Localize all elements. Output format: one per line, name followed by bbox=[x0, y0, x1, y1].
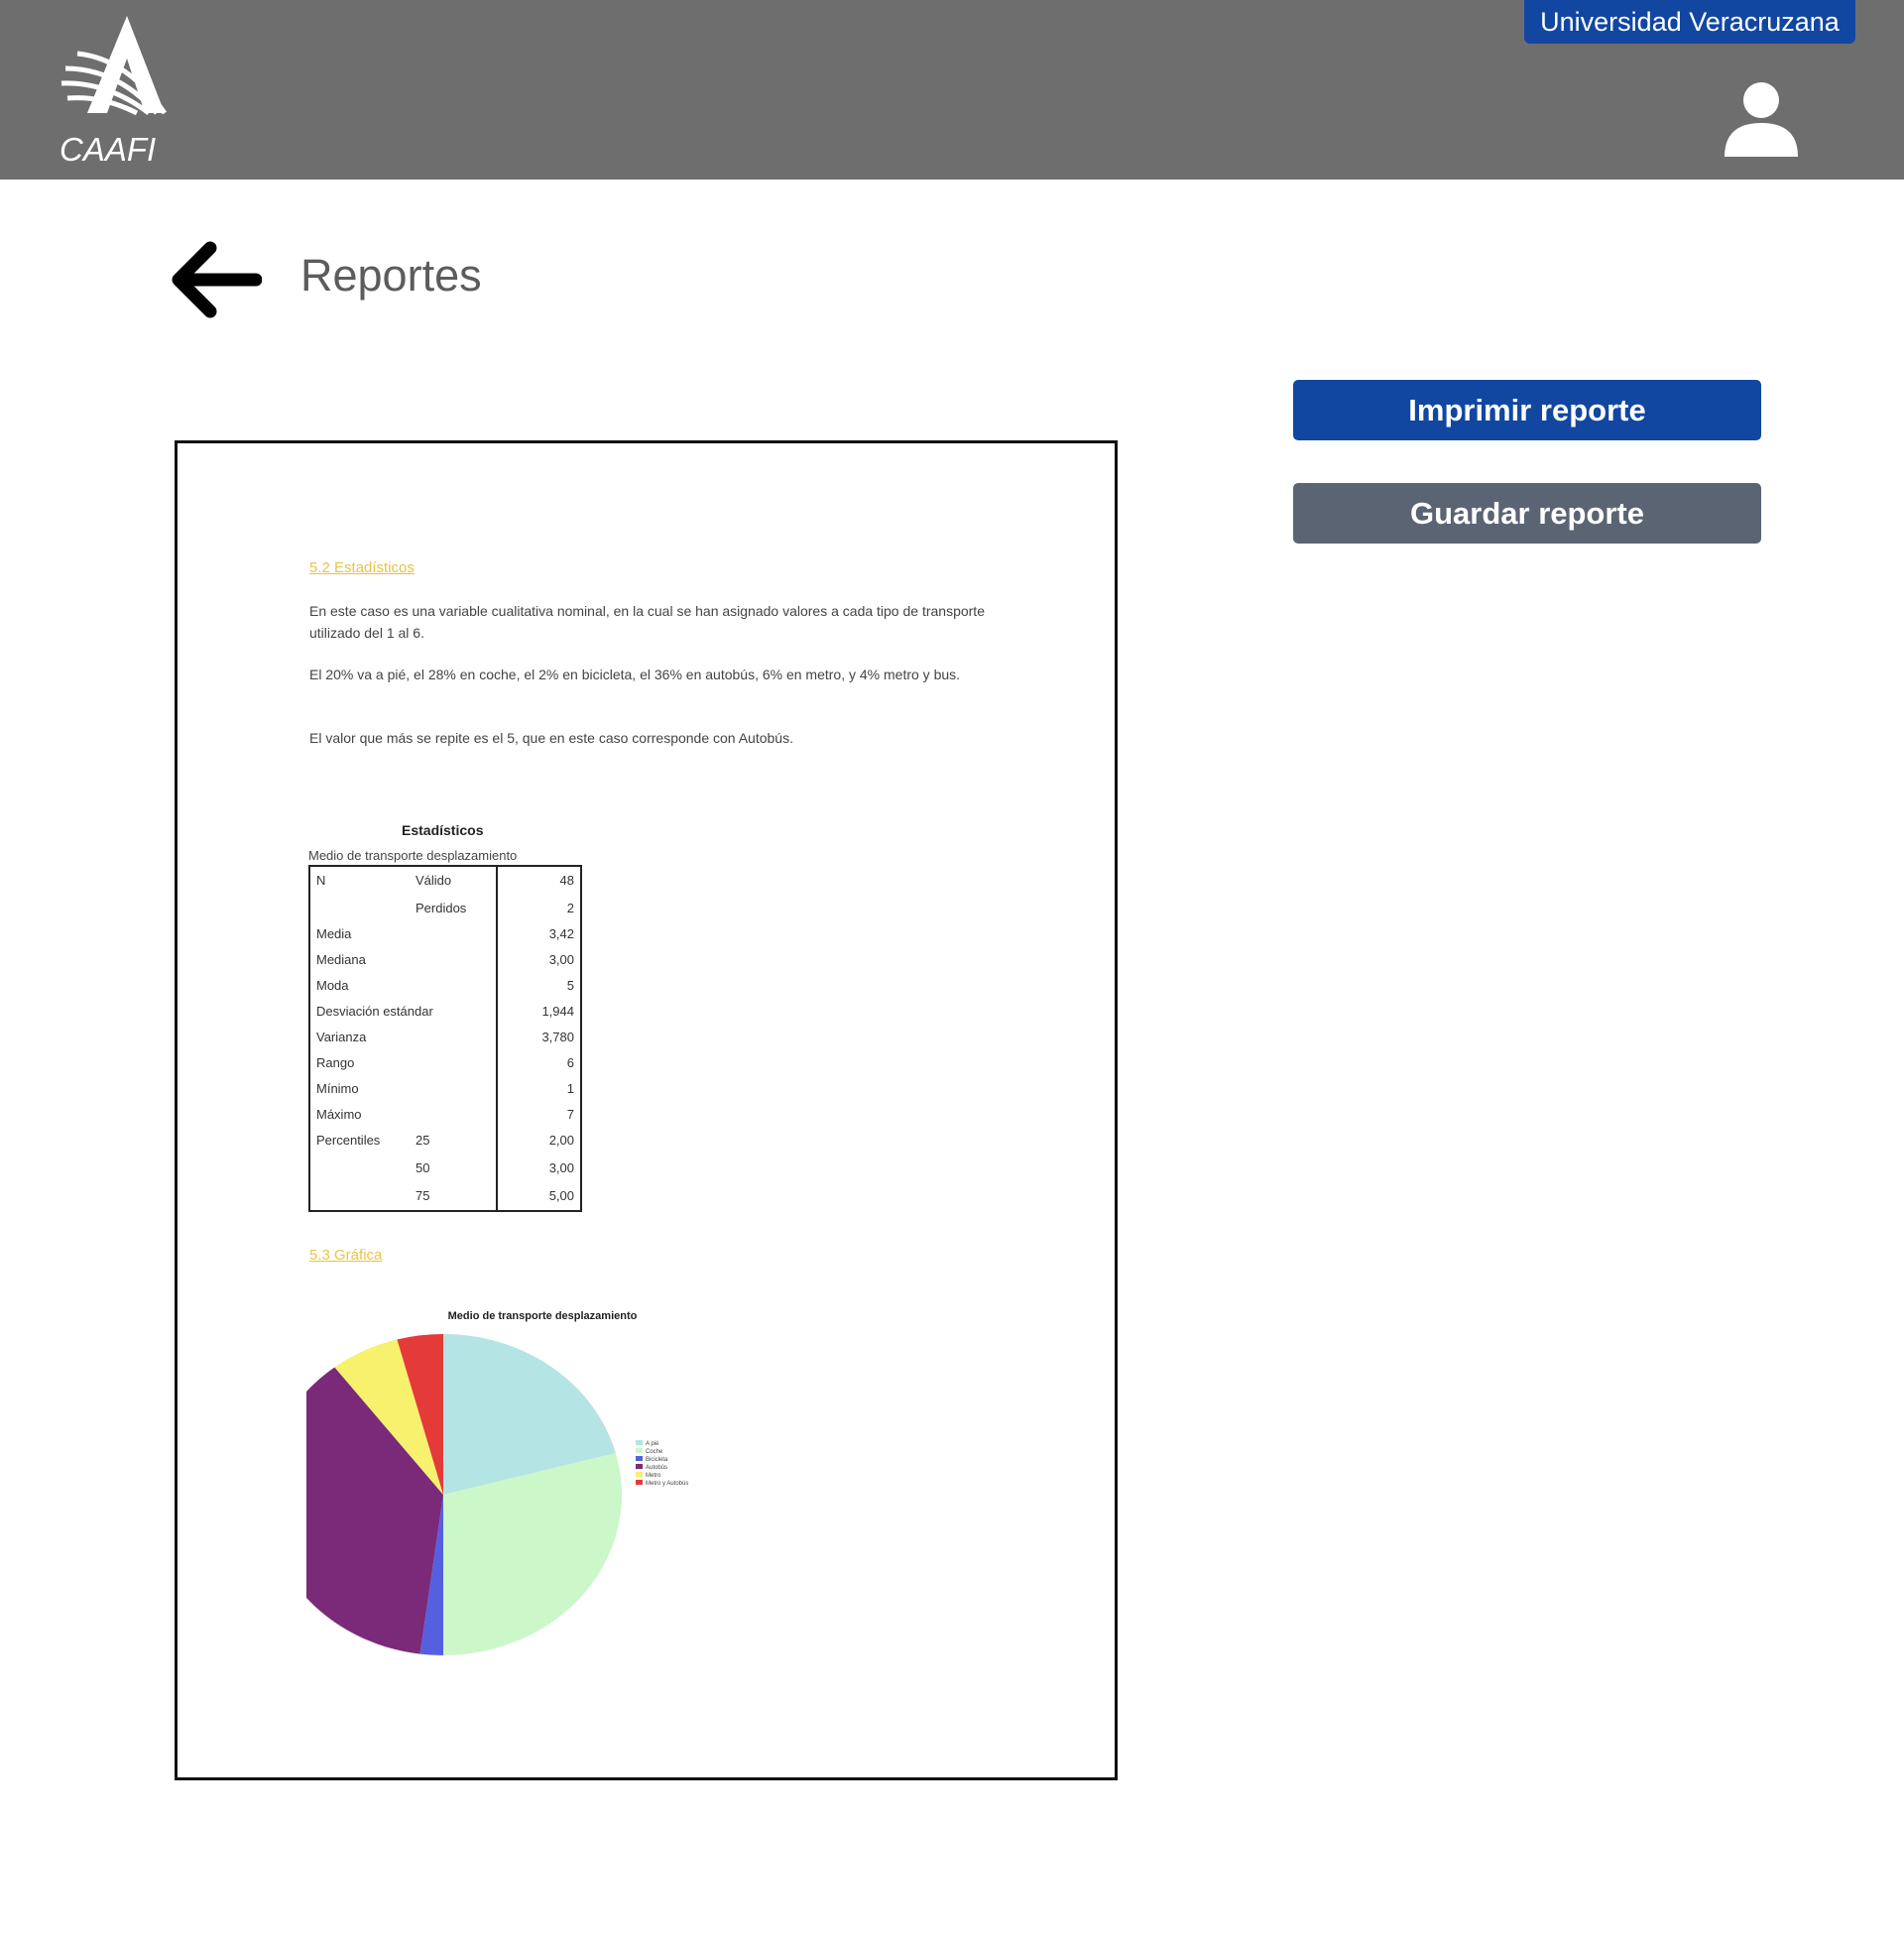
legend-swatch-1 bbox=[636, 1448, 643, 1453]
university-badge[interactable]: Universidad Veracruzana bbox=[1524, 0, 1855, 44]
table-row: Media 3,42 bbox=[316, 926, 574, 941]
caafi-logo: CAAFI bbox=[60, 16, 168, 165]
logo-text: CAAFI bbox=[60, 131, 156, 165]
print-report-button[interactable]: Imprimir reporte bbox=[1293, 380, 1761, 440]
section-heading-statistics: 5.2 Estadísticos bbox=[309, 559, 415, 576]
page-title: Reportes bbox=[300, 250, 482, 301]
stats-table-subtitle: Medio de transporte desplazamiento bbox=[308, 848, 518, 863]
report-paragraph: El 20% va a pié, el 28% en coche, el 2% … bbox=[309, 667, 961, 682]
save-report-button[interactable]: Guardar reporte bbox=[1293, 483, 1761, 544]
legend-swatch-4 bbox=[636, 1472, 643, 1477]
table-row: Mediana 3,00 bbox=[316, 952, 574, 967]
top-bar: CAAFI Universidad Veracruzana bbox=[0, 0, 1904, 180]
table-row: Mínimo 1 bbox=[316, 1081, 574, 1096]
pie-chart: Medio de transporte desplazamiento A pié… bbox=[306, 1310, 688, 1655]
report-paragraph: En este caso es una variable cualitativa… bbox=[309, 603, 985, 641]
table-row: 75 5,00 bbox=[416, 1188, 574, 1203]
legend-swatch-5 bbox=[636, 1480, 643, 1485]
back-arrow-icon[interactable] bbox=[171, 238, 262, 321]
table-row: Perdidos 2 bbox=[416, 901, 574, 915]
report-preview: 5.2 Estadísticos En este caso es una var… bbox=[175, 440, 1118, 1780]
legend-label-4: Metro bbox=[646, 1473, 661, 1479]
legend-swatch-2 bbox=[636, 1456, 643, 1461]
legend-label-2: Bicicleta bbox=[646, 1457, 668, 1463]
table-row: Máximo 7 bbox=[316, 1107, 574, 1122]
legend-swatch-3 bbox=[636, 1464, 643, 1469]
legend-label-5: Metro y Autobús bbox=[646, 1481, 688, 1487]
table-row: Percentiles 25 2,00 bbox=[316, 1133, 574, 1148]
user-icon[interactable] bbox=[1722, 81, 1801, 161]
section-heading-chart: 5.3 Gráfica bbox=[309, 1247, 383, 1264]
legend-label-0: A pié bbox=[646, 1441, 659, 1447]
table-row: Moda 5 bbox=[316, 978, 574, 993]
table-row: Desviación estándar 1,944 bbox=[316, 1004, 574, 1019]
stats-table: N Válido 48 Perdidos 2 Media 3,42 Mediana 3,0… bbox=[308, 865, 582, 1212]
table-row: Varianza 3,780 bbox=[316, 1030, 574, 1044]
table-row: Rango 6 bbox=[316, 1055, 574, 1070]
chart-title: Medio de transporte desplazamiento bbox=[448, 1310, 638, 1322]
legend-label-1: Coche bbox=[646, 1449, 663, 1455]
legend-swatch-0 bbox=[636, 1440, 643, 1445]
report-paragraph: El valor que más se repite es el 5, que … bbox=[309, 730, 793, 746]
stats-table-title: Estadísticos bbox=[402, 822, 484, 838]
legend-label-3: Autobús bbox=[646, 1465, 667, 1471]
report-document: 5.2 Estadísticos En este caso es una var… bbox=[178, 443, 1115, 1777]
table-row: 50 3,00 bbox=[416, 1160, 574, 1175]
table-row: N Válido 48 bbox=[316, 873, 574, 888]
